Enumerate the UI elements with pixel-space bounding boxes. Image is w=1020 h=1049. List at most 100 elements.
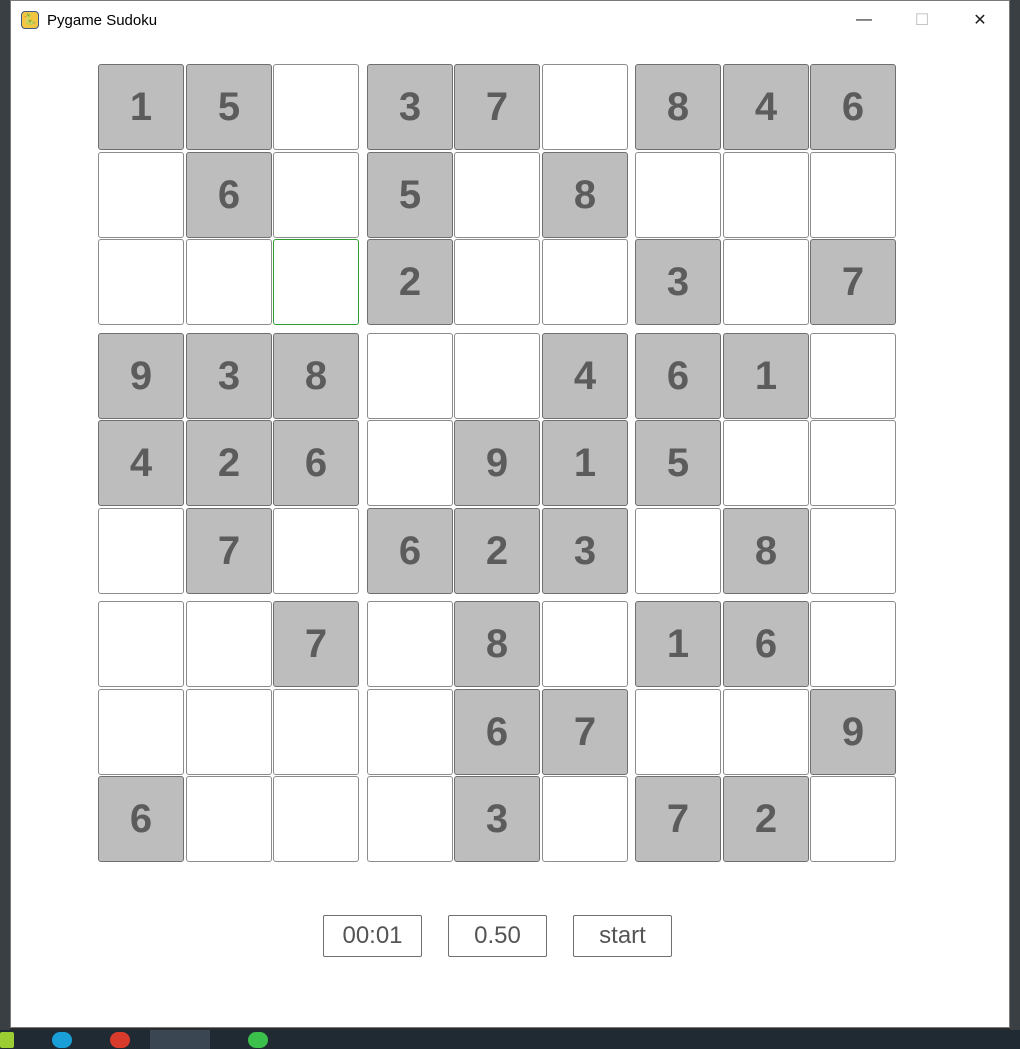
taskbar — [0, 1030, 1020, 1049]
sudoku-cell[interactable]: 3 — [186, 333, 272, 419]
sudoku-cell[interactable]: 7 — [810, 239, 896, 325]
sudoku-cell[interactable]: 3 — [542, 508, 628, 594]
close-button[interactable]: ✕ — [951, 1, 1009, 39]
sudoku-cell[interactable] — [186, 776, 272, 862]
sudoku-cell[interactable] — [186, 601, 272, 687]
sudoku-cell[interactable]: 6 — [635, 333, 721, 419]
app-window: 🐍 Pygame Sudoku — ☐ ✕ 153784665823793846… — [10, 0, 1010, 1028]
sudoku-cell[interactable]: 2 — [723, 776, 809, 862]
sudoku-cell[interactable] — [635, 508, 721, 594]
minimize-button[interactable]: — — [835, 1, 893, 39]
difficulty-field[interactable]: 0.50 — [448, 915, 547, 957]
sudoku-cell[interactable] — [810, 601, 896, 687]
sudoku-cell[interactable] — [367, 689, 453, 775]
sudoku-cell[interactable] — [810, 420, 896, 506]
sudoku-cell[interactable]: 6 — [723, 601, 809, 687]
browser-icon[interactable] — [52, 1031, 72, 1048]
sudoku-cell[interactable]: 7 — [273, 601, 359, 687]
sudoku-cell[interactable] — [98, 239, 184, 325]
start-button[interactable]: start — [573, 915, 672, 957]
sudoku-cell[interactable]: 6 — [273, 420, 359, 506]
sudoku-cell[interactable]: 9 — [98, 333, 184, 419]
sudoku-cell[interactable]: 4 — [542, 333, 628, 419]
sudoku-cell[interactable] — [542, 776, 628, 862]
sudoku-cell[interactable] — [810, 152, 896, 238]
sudoku-cell[interactable] — [723, 239, 809, 325]
chat-icon[interactable] — [248, 1031, 268, 1048]
sudoku-cell[interactable]: 3 — [454, 776, 540, 862]
window-title: Pygame Sudoku — [47, 11, 158, 29]
sudoku-cell[interactable]: 3 — [635, 239, 721, 325]
sudoku-cell[interactable]: 1 — [98, 64, 184, 150]
sudoku-cell[interactable] — [367, 776, 453, 862]
sudoku-cell[interactable] — [98, 152, 184, 238]
sudoku-cell[interactable] — [273, 152, 359, 238]
sudoku-cell[interactable]: 4 — [723, 64, 809, 150]
desktop-background-left — [0, 0, 10, 1030]
sudoku-cell[interactable] — [98, 689, 184, 775]
sudoku-cell[interactable] — [454, 152, 540, 238]
sudoku-cell[interactable]: 2 — [367, 239, 453, 325]
sudoku-cell[interactable] — [723, 152, 809, 238]
sudoku-cell[interactable] — [98, 508, 184, 594]
sudoku-cell[interactable] — [273, 689, 359, 775]
sudoku-cell[interactable] — [273, 64, 359, 150]
sudoku-cell[interactable]: 7 — [186, 508, 272, 594]
title-bar[interactable]: 🐍 Pygame Sudoku — ☐ ✕ — [11, 1, 1009, 39]
pygame-snake-icon: 🐍 — [21, 11, 39, 29]
app-icon[interactable] — [0, 1031, 14, 1048]
sudoku-cell[interactable] — [98, 601, 184, 687]
sudoku-cell[interactable]: 7 — [635, 776, 721, 862]
sudoku-cell[interactable] — [273, 239, 359, 325]
sudoku-cell[interactable] — [635, 689, 721, 775]
sudoku-cell[interactable]: 6 — [810, 64, 896, 150]
sudoku-cell[interactable] — [186, 239, 272, 325]
sudoku-cell[interactable]: 4 — [98, 420, 184, 506]
sudoku-cell[interactable]: 6 — [98, 776, 184, 862]
sudoku-cell[interactable]: 5 — [186, 64, 272, 150]
sudoku-cell[interactable]: 1 — [723, 333, 809, 419]
sudoku-cell[interactable]: 2 — [454, 508, 540, 594]
sudoku-cell[interactable] — [635, 152, 721, 238]
sudoku-cell[interactable]: 7 — [542, 689, 628, 775]
sudoku-cell[interactable]: 8 — [542, 152, 628, 238]
sudoku-cell[interactable]: 6 — [454, 689, 540, 775]
active-app-icon[interactable] — [150, 1030, 210, 1049]
sudoku-cell[interactable] — [186, 689, 272, 775]
sudoku-cell[interactable] — [542, 64, 628, 150]
sudoku-cell[interactable] — [723, 689, 809, 775]
sudoku-cell[interactable] — [273, 776, 359, 862]
sudoku-cell[interactable]: 8 — [454, 601, 540, 687]
sudoku-cell[interactable] — [454, 333, 540, 419]
sudoku-cell[interactable]: 8 — [635, 64, 721, 150]
sudoku-cell[interactable] — [810, 333, 896, 419]
sudoku-cell[interactable]: 8 — [273, 333, 359, 419]
sudoku-cell[interactable] — [723, 420, 809, 506]
sudoku-cell[interactable] — [367, 333, 453, 419]
sudoku-cell[interactable]: 3 — [367, 64, 453, 150]
desktop-background-right — [1010, 0, 1020, 1030]
sudoku-cell[interactable]: 5 — [367, 152, 453, 238]
sudoku-cell[interactable] — [367, 601, 453, 687]
sudoku-cell[interactable]: 1 — [542, 420, 628, 506]
sudoku-cell[interactable]: 2 — [186, 420, 272, 506]
sudoku-cell[interactable]: 9 — [454, 420, 540, 506]
window-controls: — ☐ ✕ — [835, 1, 1009, 39]
app-icon[interactable] — [110, 1031, 130, 1048]
sudoku-cell[interactable] — [273, 508, 359, 594]
maximize-button[interactable]: ☐ — [893, 1, 951, 39]
sudoku-cell[interactable] — [454, 239, 540, 325]
sudoku-cell[interactable] — [367, 420, 453, 506]
timer-display: 00:01 — [323, 915, 422, 957]
sudoku-cell[interactable]: 7 — [454, 64, 540, 150]
sudoku-cell[interactable]: 6 — [186, 152, 272, 238]
sudoku-cell[interactable] — [810, 508, 896, 594]
sudoku-cell[interactable] — [542, 601, 628, 687]
sudoku-cell[interactable] — [542, 239, 628, 325]
sudoku-cell[interactable]: 5 — [635, 420, 721, 506]
sudoku-cell[interactable]: 6 — [367, 508, 453, 594]
sudoku-cell[interactable]: 1 — [635, 601, 721, 687]
sudoku-cell[interactable] — [810, 776, 896, 862]
sudoku-cell[interactable]: 9 — [810, 689, 896, 775]
sudoku-cell[interactable]: 8 — [723, 508, 809, 594]
